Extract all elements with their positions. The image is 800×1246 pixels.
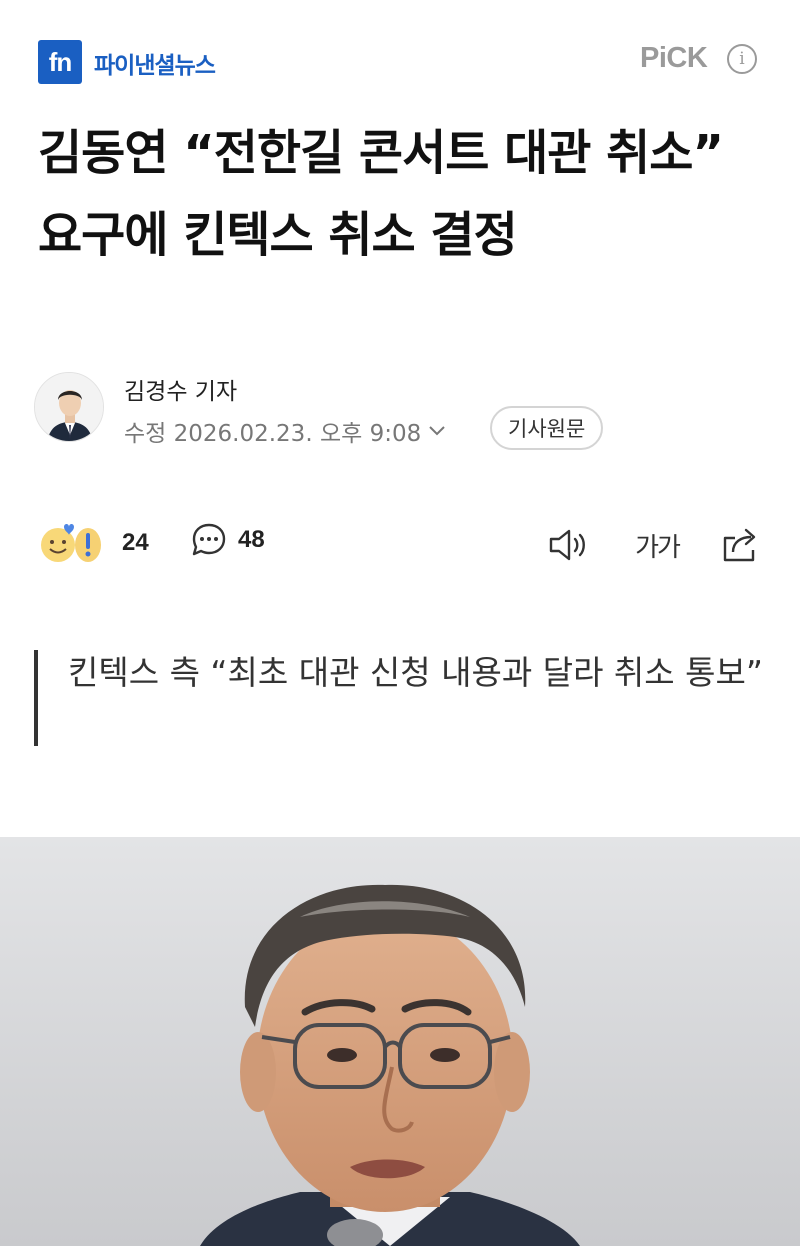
font-size-button[interactable]: 가가: [630, 522, 684, 568]
reporter-avatar[interactable]: [34, 372, 104, 442]
subtitle-bar: [34, 650, 38, 746]
publisher-name[interactable]: 파이낸셜뉴스: [94, 46, 216, 80]
font-size-label: 가가: [635, 532, 681, 563]
reaction-count: 24: [122, 529, 149, 556]
comment-count: 48: [238, 526, 265, 553]
reaction-button[interactable]: 24: [38, 521, 149, 565]
share-icon: [723, 528, 756, 562]
article-photo[interactable]: [0, 837, 800, 1246]
reaction-emoji-icon: [41, 524, 101, 562]
pick-label: PiCK: [640, 42, 708, 74]
logo-mark[interactable]: fn: [38, 40, 82, 84]
modified-date-text: 수정 2026.02.23. 오후 9:08: [124, 421, 422, 447]
original-article-button[interactable]: 기사원문: [490, 406, 604, 450]
font-size-icon: 가가: [635, 527, 681, 564]
tts-button[interactable]: [542, 522, 592, 568]
comment-icon: [192, 523, 226, 556]
speaker-icon: [549, 529, 585, 561]
share-button[interactable]: [716, 520, 764, 568]
article-headline: 김동연 “전한길 콘서트 대관 취소” 요구에 킨텍스 취소 결정: [38, 125, 724, 263]
article-subtitle: 킨텍스 측 “최초 대관 신청 내용과 달라 취소 통보”: [68, 653, 763, 692]
info-icon[interactable]: i: [727, 44, 757, 74]
reporter-name[interactable]: 김경수 기자: [124, 372, 237, 406]
comment-button[interactable]: 48: [190, 521, 265, 559]
chevron-down-icon[interactable]: [427, 424, 447, 438]
modified-date[interactable]: 수정 2026.02.23. 오후 9:08: [124, 414, 447, 448]
